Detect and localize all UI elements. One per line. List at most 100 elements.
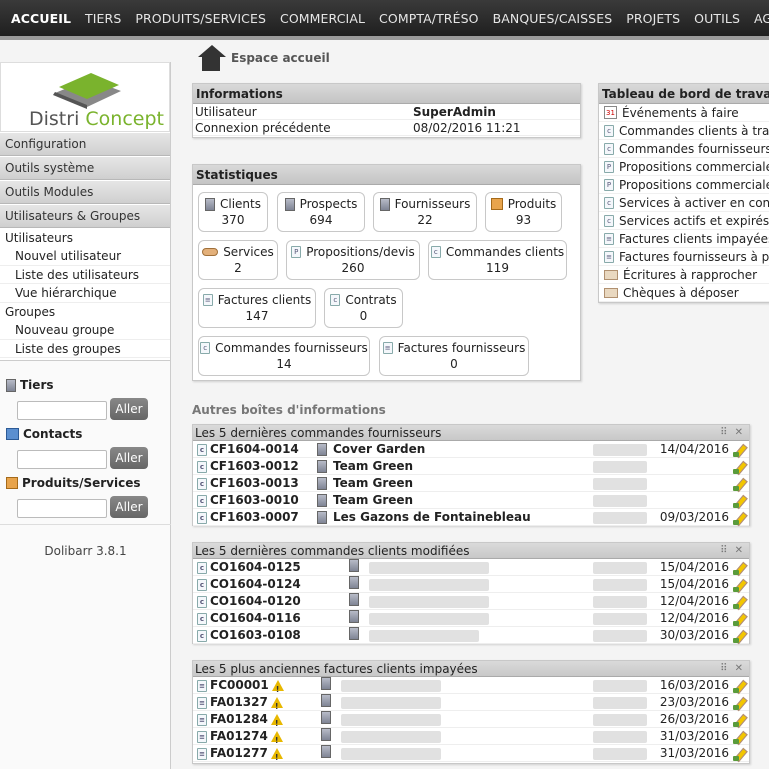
menu-vue-hierarchique[interactable]: Vue hiérarchique — [0, 284, 170, 304]
dash-services-activate[interactable]: cServices à activer en contra — [599, 194, 769, 212]
nav-tiers[interactable]: TIERS — [78, 11, 128, 26]
search-products: Produits/Services Aller — [0, 473, 170, 522]
proposal-icon: P — [291, 246, 302, 258]
list-item[interactable]: c CF1603-0010 Team Green — [193, 492, 749, 509]
stat-commandes-fournisseurs[interactable]: c Commandes fournisseurs 14 — [198, 336, 370, 376]
order-icon: c — [604, 142, 614, 155]
building-icon — [379, 197, 390, 211]
dash-cheques[interactable]: Chèques à déposer — [599, 284, 769, 302]
nav-commercial[interactable]: COMMERCIAL — [273, 11, 372, 26]
supplier-orders-box: Les 5 dernières commandes fournisseurs ⠿ … — [192, 424, 750, 526]
menu-outils-systeme[interactable]: Outils système — [0, 156, 170, 180]
menu-utilisateurs-groupes[interactable]: Utilisateurs & Groupes — [0, 204, 170, 228]
search-products-input[interactable] — [17, 499, 107, 519]
nav-outils[interactable]: OUTILS — [687, 11, 747, 26]
invoice-icon: ≡ — [197, 747, 207, 760]
list-item[interactable]: c CF1604-0014 Cover Garden 14/04/2016 — [193, 441, 749, 458]
menu-outils-modules[interactable]: Outils Modules — [0, 180, 170, 204]
menu-nouveau-groupe[interactable]: Nouveau groupe — [0, 321, 170, 340]
list-item[interactable]: ≡FA0132723/03/2016 — [193, 694, 749, 715]
list-item[interactable]: ≡FA0128426/03/2016 — [193, 711, 749, 732]
list-item[interactable]: c CO1604-0124 15/04/2016 — [193, 576, 749, 593]
stat-prospects[interactable]: Prospects 694 — [277, 192, 365, 232]
nav-accueil[interactable]: ACCUEIL — [0, 11, 78, 26]
building-icon — [321, 694, 331, 707]
nav-agenda[interactable]: AGEN — [747, 11, 769, 26]
top-navigation: ACCUEIL TIERS PRODUITS/SERVICES COMMERCI… — [0, 0, 769, 36]
stat-produits[interactable]: Produits 93 — [485, 192, 562, 232]
dash-services-expired[interactable]: c Services actifs et expirés e — [599, 212, 769, 230]
informations-title: Informations — [193, 84, 580, 104]
supplier-orders-title: Les 5 dernières commandes fournisseurs ⠿ … — [193, 425, 749, 441]
invoice-icon: ≡ — [197, 713, 207, 726]
stat-propositions[interactable]: P Propositions/devis 260 — [286, 240, 420, 280]
menu-utilisateurs[interactable]: Utilisateurs — [0, 229, 170, 247]
list-item[interactable]: c CF1603-0012 Team Green — [193, 458, 749, 475]
search-products-button[interactable]: Aller — [110, 496, 148, 519]
stat-fournisseurs[interactable]: Fournisseurs 22 — [373, 192, 477, 232]
bank-icon — [604, 269, 618, 280]
dash-bank-entries[interactable]: Écritures à rapprocher — [599, 266, 769, 284]
dash-events[interactable]: 31 Événements à faire — [599, 104, 769, 122]
order-icon: c — [197, 511, 207, 524]
search-tiers-label: Tiers — [20, 378, 54, 393]
menu-configuration[interactable]: Configuration — [0, 132, 170, 156]
list-item[interactable]: c CO1604-0116 12/04/2016 — [193, 610, 749, 627]
menu-nouvel-utilisateur[interactable]: Nouvel utilisateur — [0, 247, 170, 266]
list-item[interactable]: c CF1603-0013 Team Green — [193, 475, 749, 492]
dash-customer-orders[interactable]: c Commandes clients à traite — [599, 122, 769, 140]
status-icon — [733, 461, 746, 474]
building-icon — [317, 460, 327, 473]
list-item[interactable]: c CO1603-0108 30/03/2016 — [193, 627, 749, 644]
stat-contrats[interactable]: c Contrats 0 — [324, 288, 403, 328]
sidebar-divider — [0, 524, 171, 525]
building-icon — [317, 477, 327, 490]
dash-supplier-invoices[interactable]: ≡ Factures fournisseurs à pa — [599, 248, 769, 266]
warning-icon — [271, 680, 284, 698]
status-icon — [733, 613, 746, 626]
order-icon: c — [197, 460, 207, 473]
list-item[interactable]: c CF1603-0007 Les Gazons de Fontainebleau 0… — [193, 509, 749, 526]
building-icon — [321, 711, 331, 724]
list-item[interactable]: ≡FA0127731/03/2016 — [193, 745, 749, 766]
invoice-icon: ≡ — [197, 730, 207, 743]
stat-factures-fournisseurs[interactable]: ≡ Factures fournisseurs 0 — [379, 336, 529, 376]
stat-commandes-clients[interactable]: c Commandes clients 119 — [428, 240, 567, 280]
nav-projets[interactable]: PROJETS — [619, 11, 687, 26]
warning-icon — [270, 714, 283, 732]
list-item[interactable]: c CO1604-0120 12/04/2016 — [193, 593, 749, 610]
stat-factures-clients[interactable]: ≡ Factures clients 147 — [198, 288, 316, 328]
users-groups-submenu: Utilisateurs Nouvel utilisateur Liste de… — [0, 228, 170, 362]
list-item[interactable]: ≡FA0127431/03/2016 — [193, 728, 749, 749]
stat-clients[interactable]: Clients 370 — [198, 192, 268, 232]
menu-liste-utilisateurs[interactable]: Liste des utilisateurs — [0, 266, 170, 285]
search-tiers-button[interactable]: Aller — [110, 398, 148, 421]
nav-banques-caisses[interactable]: BANQUES/CAISSES — [486, 11, 620, 26]
nav-produits-services[interactable]: PRODUITS/SERVICES — [128, 11, 273, 26]
status-icon — [733, 748, 746, 761]
menu-groupes[interactable]: Groupes — [0, 303, 170, 321]
dash-proposals-1[interactable]: P Propositions commerciales — [599, 158, 769, 176]
status-icon — [733, 495, 746, 508]
search-contacts-label: Contacts — [23, 427, 83, 442]
order-icon: c — [197, 629, 207, 642]
dash-proposals-2[interactable]: P Propositions commerciales — [599, 176, 769, 194]
info-row-last-login: Connexion précédente 08/02/2016 11:21 — [193, 120, 580, 136]
stat-services[interactable]: Services 2 — [198, 240, 278, 280]
nav-compta-treso[interactable]: COMPTA/TRÉSO — [372, 11, 486, 26]
list-item[interactable]: c CO1604-0125 15/04/2016 — [193, 559, 749, 576]
dashboard-panel: Tableau de bord de travail 31 Événements … — [598, 83, 769, 303]
box-controls-icon: ⠿ ✕ — [720, 545, 745, 556]
search-contacts-button[interactable]: Aller — [110, 447, 148, 470]
order-icon: c — [197, 477, 207, 490]
dash-supplier-orders[interactable]: c Commandes fournisseurs à — [599, 140, 769, 158]
search-contacts-input[interactable] — [17, 450, 107, 470]
company-logo[interactable]: Distri Concept — [0, 62, 170, 132]
menu-liste-groupes[interactable]: Liste des groupes — [0, 340, 170, 359]
dash-unpaid-invoices[interactable]: ≡ Factures clients impayées — [599, 230, 769, 248]
list-item[interactable]: ≡FC0000116/03/2016 — [193, 677, 749, 698]
service-icon — [202, 248, 219, 256]
search-tiers-input[interactable] — [17, 401, 107, 421]
contract-icon: c — [604, 196, 614, 209]
warning-icon — [270, 731, 283, 749]
